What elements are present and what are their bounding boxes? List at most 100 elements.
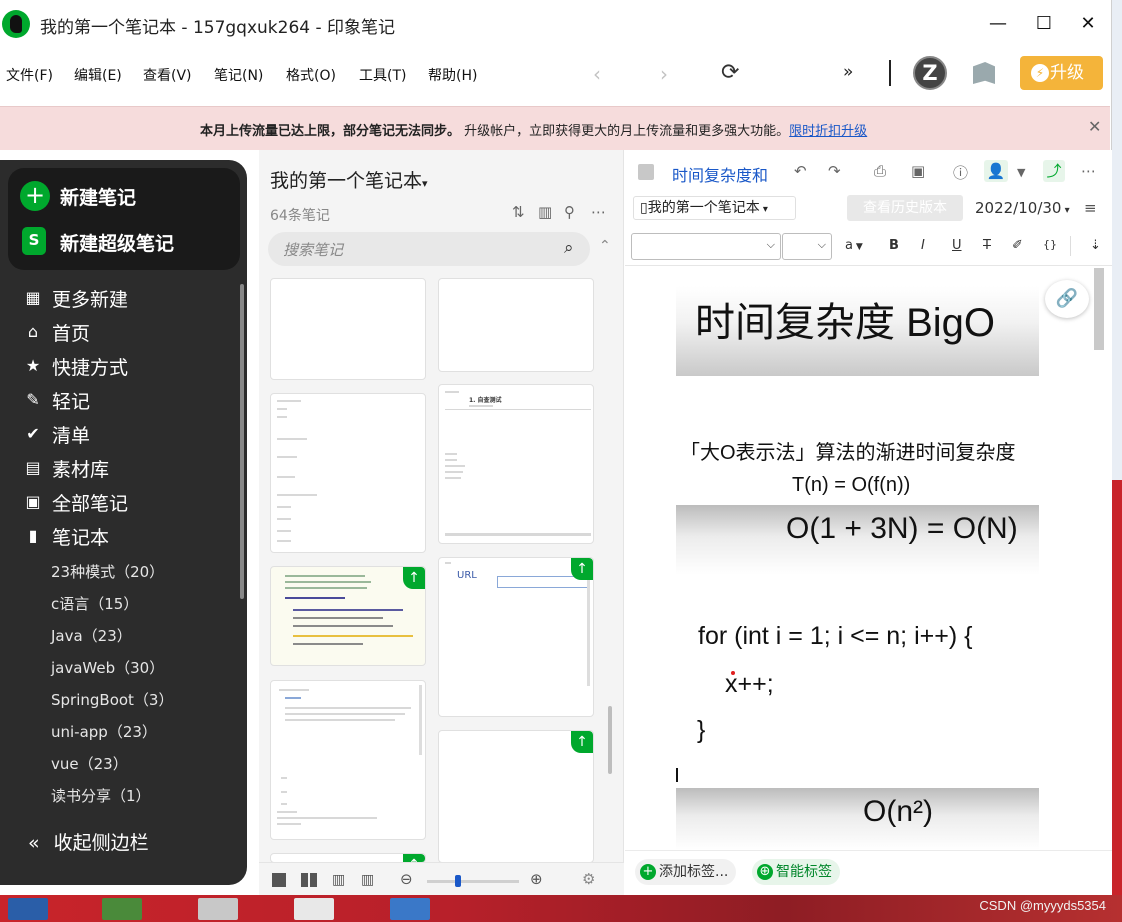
- sidebar-item-more-new[interactable]: ▦ 更多新建: [24, 285, 234, 313]
- add-tag-button[interactable]: + 添加标签...: [635, 859, 737, 885]
- notebook-item[interactable]: uni-app（23）: [51, 721, 157, 742]
- font-size-select[interactable]: ⌵: [782, 233, 832, 260]
- note-card[interactable]: ↑: [270, 566, 426, 666]
- notebook-item[interactable]: javaWeb（30）: [51, 657, 164, 678]
- notebook-item[interactable]: 读书分享（1）: [51, 785, 151, 806]
- link-icon[interactable]: 🔗: [1045, 280, 1089, 318]
- note-card[interactable]: [270, 393, 426, 553]
- zoom-slider-handle[interactable]: [455, 875, 461, 887]
- zoom-out-icon[interactable]: ⊖: [400, 870, 413, 888]
- editor-scrollbar[interactable]: [1094, 268, 1104, 350]
- more-tools-icon[interactable]: »: [843, 62, 853, 82]
- sidebar-item-shortcuts[interactable]: ★ 快捷方式: [24, 353, 234, 381]
- minimize-button[interactable]: —: [986, 12, 1010, 36]
- taskbar-app-icon[interactable]: [102, 898, 142, 920]
- sidebar-item-checklist[interactable]: ✔ 清单: [24, 421, 234, 449]
- print-icon[interactable]: ⎙: [874, 162, 886, 180]
- info-icon[interactable]: ⓘ: [953, 162, 968, 183]
- menu-view[interactable]: 查看(V): [143, 65, 192, 85]
- sidebar-scrollbar[interactable]: [240, 284, 244, 599]
- notebook-item[interactable]: c语言（15）: [51, 593, 138, 614]
- view-single-icon[interactable]: [272, 873, 286, 887]
- collaborate-user-icon[interactable]: 👤: [984, 160, 1008, 182]
- back-arrow-icon[interactable]: ‹: [593, 62, 601, 86]
- upgrade-button[interactable]: ⚡ 升级: [1020, 56, 1103, 90]
- zoom-in-icon[interactable]: ⊕: [530, 870, 543, 888]
- notebook-item[interactable]: vue（23）: [51, 753, 128, 774]
- note-date[interactable]: 2022/10/30 ▾: [975, 199, 1070, 217]
- close-button[interactable]: ✕: [1076, 12, 1100, 36]
- menu-help[interactable]: 帮助(H): [428, 65, 477, 85]
- note-title[interactable]: 时间复杂度和: [672, 162, 768, 186]
- sidebar-item-materials[interactable]: ▤ 素材库: [24, 455, 234, 483]
- caret-down-icon[interactable]: ▼: [1017, 166, 1025, 179]
- bold-icon[interactable]: B: [889, 238, 899, 253]
- history-button[interactable]: 查看历史版本: [847, 195, 963, 221]
- font-color-button[interactable]: a ▼: [845, 238, 863, 253]
- collapse-sidebar-button[interactable]: « 收起侧边栏: [28, 828, 149, 855]
- sidebar-item-all-notes[interactable]: ▣ 全部笔记: [24, 489, 234, 517]
- view-two-column-icon[interactable]: [301, 873, 317, 887]
- note-list-scrollbar[interactable]: [608, 706, 612, 774]
- sort-icon[interactable]: ⇅: [512, 203, 525, 221]
- share-icon[interactable]: ⤴: [1043, 160, 1065, 182]
- notebook-item[interactable]: SpringBoot（3）: [51, 689, 173, 710]
- undo-icon[interactable]: ↶: [794, 162, 807, 180]
- sidebar-item-notebooks[interactable]: ▮ 笔记本: [24, 523, 234, 551]
- watermark: CSDN @myyyds5354: [979, 898, 1106, 913]
- new-super-note-button[interactable]: S 新建超级笔记: [20, 227, 230, 259]
- expand-toolbar-icon[interactable]: ⇣: [1090, 238, 1101, 253]
- sync-icon[interactable]: ⟳: [721, 60, 739, 85]
- expand-icon[interactable]: [638, 164, 654, 180]
- font-family-select[interactable]: ⌵: [631, 233, 781, 260]
- sidebar-item-quick-note[interactable]: ✎ 轻记: [24, 387, 234, 415]
- present-icon[interactable]: ▣: [911, 162, 925, 180]
- note-card[interactable]: ↑: [438, 730, 594, 863]
- view-layout-icon[interactable]: ▥: [538, 203, 552, 221]
- maximize-button[interactable]: ☐: [1032, 12, 1056, 36]
- avatar[interactable]: Z: [913, 56, 947, 90]
- taskbar-app-icon[interactable]: [294, 898, 334, 920]
- notebook-item[interactable]: Java（23）: [51, 625, 132, 646]
- smart-tag-button[interactable]: ⊕ 智能标签: [752, 859, 840, 885]
- note-card[interactable]: URL ↑: [438, 557, 594, 717]
- note-card[interactable]: 1. 自查测试: [438, 384, 594, 544]
- menu-edit[interactable]: 编辑(E): [74, 65, 122, 85]
- settings-gear-icon[interactable]: ⚙: [582, 870, 595, 888]
- outline-icon[interactable]: ≡: [1084, 199, 1097, 217]
- note-card[interactable]: [438, 278, 594, 372]
- taskbar-app-icon[interactable]: [390, 898, 430, 920]
- taskbar-app-icon[interactable]: [8, 898, 48, 920]
- note-card[interactable]: [270, 680, 426, 840]
- menu-tools[interactable]: 工具(T): [359, 65, 406, 85]
- view-three-column-icon[interactable]: ▥: [332, 873, 345, 887]
- zoom-slider[interactable]: [427, 880, 519, 883]
- taskbar-app-icon[interactable]: [198, 898, 238, 920]
- underline-icon[interactable]: U: [952, 238, 962, 253]
- chevron-up-icon[interactable]: ⌃: [599, 238, 611, 254]
- new-note-button[interactable]: + 新建笔记: [20, 181, 230, 213]
- more-options-icon[interactable]: ⋯: [591, 203, 606, 221]
- banner-upgrade-link[interactable]: 限时折扣升级: [789, 124, 867, 139]
- notebook-item[interactable]: 23种模式（20）: [51, 561, 164, 582]
- view-four-column-icon[interactable]: ▥: [361, 873, 374, 887]
- more-options-icon[interactable]: ⋯: [1081, 162, 1096, 180]
- evernote-logo-icon: [2, 10, 30, 38]
- menu-format[interactable]: 格式(O): [286, 65, 336, 85]
- note-notebook-selector[interactable]: ▯我的第一个笔记本 ▾: [633, 196, 796, 220]
- redo-icon[interactable]: ↷: [828, 162, 841, 180]
- menu-file[interactable]: 文件(F): [6, 65, 53, 85]
- menu-note[interactable]: 笔记(N): [214, 65, 263, 85]
- sidebar-item-home[interactable]: ⌂ 首页: [24, 319, 234, 347]
- strikethrough-icon[interactable]: T: [983, 238, 991, 253]
- highlight-icon[interactable]: ✐: [1012, 238, 1023, 253]
- italic-icon[interactable]: I: [921, 238, 925, 253]
- forward-arrow-icon[interactable]: ›: [660, 62, 668, 86]
- banner-close-icon[interactable]: ✕: [1088, 117, 1101, 136]
- note-card[interactable]: [270, 278, 426, 380]
- notebook-share-icon[interactable]: [973, 62, 995, 84]
- code-block-icon[interactable]: {}: [1043, 238, 1057, 251]
- search-icon[interactable]: ⌕: [564, 238, 574, 258]
- notebook-title-dropdown[interactable]: 我的第一个笔记本▾: [270, 166, 428, 193]
- filter-icon[interactable]: ⚲: [564, 203, 575, 221]
